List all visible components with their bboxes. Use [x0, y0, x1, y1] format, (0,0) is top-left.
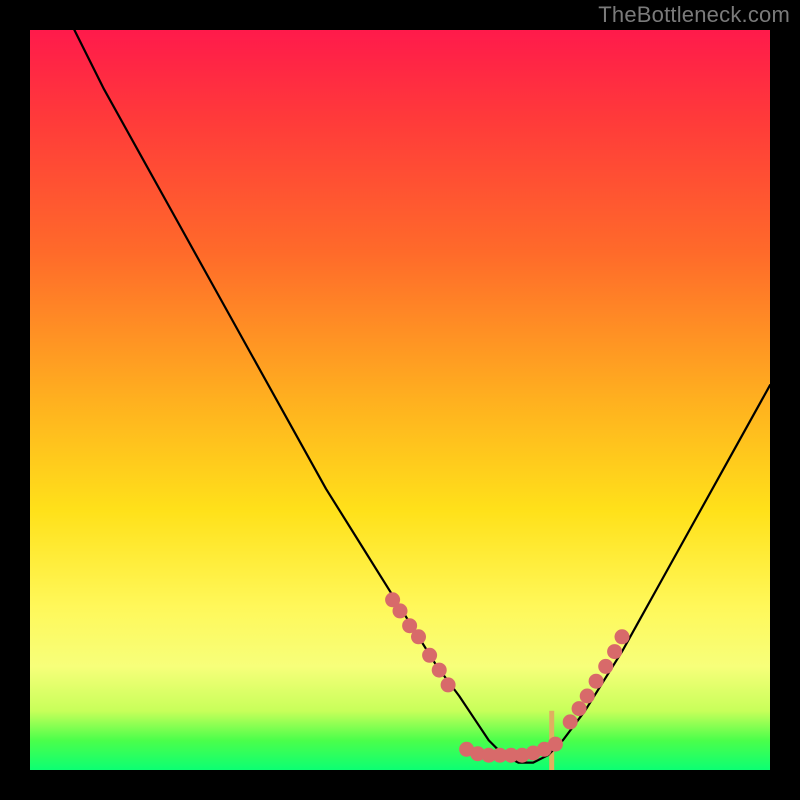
- left-dot-cluster-dot: [422, 648, 437, 663]
- right-dot-cluster-dot: [572, 701, 587, 716]
- right-dot-cluster-dot: [615, 629, 630, 644]
- right-dot-cluster-dot: [598, 659, 613, 674]
- attribution-text: TheBottleneck.com: [598, 2, 790, 28]
- chart-frame: TheBottleneck.com: [0, 0, 800, 800]
- right-dot-cluster-dot: [589, 674, 604, 689]
- right-dot-cluster-dot: [607, 644, 622, 659]
- chart-overlay: [30, 30, 770, 770]
- left-dot-cluster-dot: [393, 603, 408, 618]
- right-dot-cluster-dot: [563, 714, 578, 729]
- right-dot-cluster-dot: [580, 689, 595, 704]
- left-dot-cluster-dot: [441, 677, 456, 692]
- left-dot-cluster-dot: [432, 663, 447, 678]
- bottom-dot-cluster-dot: [548, 737, 563, 752]
- markers-layer: [385, 592, 629, 762]
- left-dot-cluster-dot: [411, 629, 426, 644]
- bottleneck-curve: [74, 30, 770, 763]
